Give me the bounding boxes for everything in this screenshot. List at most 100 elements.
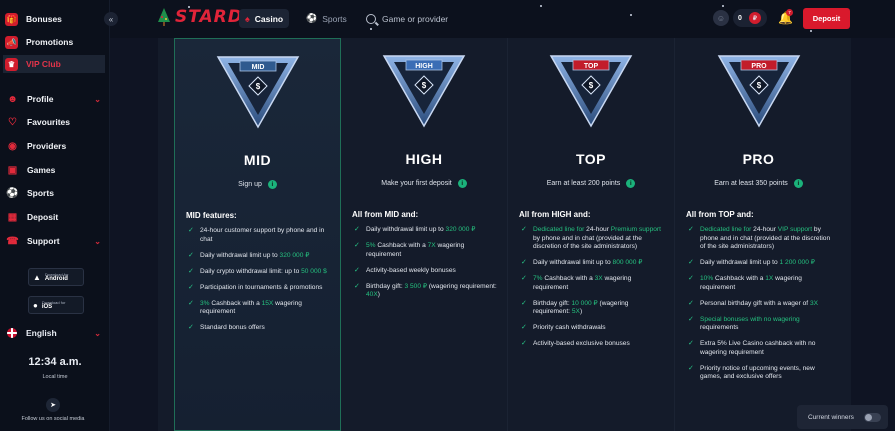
deposit-button[interactable]: Deposit <box>803 8 850 29</box>
tier-badge-icon: HIGH $ <box>382 55 466 128</box>
tier-badge-icon: TOP $ <box>549 55 633 128</box>
requirement-text: Earn at least 200 points <box>546 180 621 187</box>
feature-text: (wagering requirement: <box>427 282 497 290</box>
feature-text: Activity-based weekly bonuses <box>366 266 456 274</box>
search-icon <box>366 13 376 24</box>
tier-requirement: Sign up i <box>175 180 340 189</box>
badge-label: PRO <box>751 63 767 70</box>
notification-count: 7 <box>786 9 793 16</box>
svg-text:$: $ <box>422 81 427 90</box>
feature-text: Activity-based exclusive bonuses <box>533 340 630 348</box>
feature-text: Daily withdrawal limit up to <box>700 259 780 267</box>
feature-list: Dedicated line for 24-hour Premium suppo… <box>521 226 666 356</box>
badge-label: MID <box>251 64 264 71</box>
current-winners-toggle[interactable]: Current winners <box>797 405 888 429</box>
sidebar-item-label: Profile <box>27 94 54 104</box>
feature-highlight: Dedicated line for <box>700 226 752 233</box>
store-name: iOS <box>41 304 53 310</box>
features-title: MID features: <box>186 211 237 220</box>
feature-item: Daily crypto withdrawal limit: up to 50 … <box>188 268 333 277</box>
sidebar-item-label: Deposit <box>27 212 59 222</box>
apple-icon: ● <box>33 300 38 310</box>
sidebar-item-sports[interactable]: ⚽ Sports <box>3 184 105 202</box>
double-chevron-left-icon: « <box>108 14 114 24</box>
language-label: English <box>26 328 57 338</box>
sidebar-item-profile[interactable]: ☻ Profile ⌄ <box>3 90 105 108</box>
tab-sports[interactable]: ⚽ Sports <box>300 9 353 28</box>
avatar[interactable]: ☺ <box>713 10 729 26</box>
feature-highlight: 40X <box>366 291 378 299</box>
collapse-sidebar-button[interactable]: « <box>104 12 118 26</box>
feature-highlight: 800 000 ₽ <box>612 259 643 267</box>
sidebar-item-support[interactable]: ☎ Support ⌄ <box>3 232 105 250</box>
sidebar-item-providers[interactable]: ◉ Providers <box>3 137 105 155</box>
feature-highlight: 1 200 000 ₽ <box>779 259 815 267</box>
tier-name: TOP <box>575 151 607 167</box>
tier-requirement: Make your first deposit i <box>341 179 507 188</box>
feature-list: Dedicated line for 24-hour VIP support b… <box>688 226 833 389</box>
feature-highlight: Special bonuses with no wagering <box>700 315 800 323</box>
sidebar-item-label: Promotions <box>26 37 74 47</box>
search-input[interactable]: Game or provider <box>366 9 448 28</box>
feature-item: Participation in tournaments & promotion… <box>188 284 333 293</box>
feature-item: Standard bonus offers <box>188 324 333 333</box>
ball-icon: ⚽ <box>306 13 318 23</box>
crown-icon: ♛ <box>5 57 18 71</box>
feature-text: Priority notice of upcoming events, new … <box>700 364 815 381</box>
sidebar-item-label: Bonuses <box>26 14 62 24</box>
ios-download-button[interactable]: ● Download for iOS <box>28 296 84 314</box>
wallet-icon: ▦ <box>7 211 18 223</box>
feature-item: Daily withdrawal limit up to 1 200 000 ₽ <box>688 259 833 268</box>
requirement-text: Make your first deposit <box>381 180 452 187</box>
feature-item: 3% Cashback with a 15X wagering requirem… <box>188 300 333 317</box>
headset-icon: ☎ <box>6 235 19 247</box>
tier-name: PRO <box>742 151 775 167</box>
feature-highlight: 320 000 ₽ <box>279 251 310 259</box>
feature-text: Personal birthday gift with a wager of <box>700 299 810 307</box>
vip-club-content: MID $ MID Sign up i MID features: 24-hour cust… <box>110 38 895 431</box>
sidebar-item-deposit[interactable]: ▦ Deposit <box>3 208 105 226</box>
toggle-switch[interactable] <box>863 412 881 422</box>
feature-item: Personal birthday gift with a wager of 3… <box>688 300 833 309</box>
feature-highlight: 320 000 ₽ <box>445 226 476 233</box>
feature-item: Daily withdrawal limit up to 800 000 ₽ <box>521 259 666 268</box>
balance-widget[interactable]: 0 ₽ <box>733 9 767 27</box>
feature-text: Cashback with a <box>542 275 595 283</box>
feature-highlight: 10 000 ₽ <box>571 299 598 307</box>
info-icon[interactable]: i <box>267 180 277 189</box>
sidebar-item-label: Support <box>27 236 60 246</box>
sidebar-item-label: Providers <box>27 141 67 151</box>
tier-card-top: TOP $ TOP Earn at least 200 points i All from… <box>508 38 675 431</box>
sidebar-item-bonuses[interactable]: 🎁 Bonuses <box>3 10 105 28</box>
tab-casino[interactable]: ♠ Casino <box>239 9 290 28</box>
feature-highlight: Premium support <box>610 226 661 233</box>
balance-amount: 0 <box>738 14 742 22</box>
feature-highlight: 3X <box>809 299 819 307</box>
tier-name: HIGH <box>405 151 443 167</box>
sidebar-item-promotions[interactable]: 📣 Promotions <box>3 33 105 51</box>
feature-item: Priority notice of upcoming events, new … <box>688 365 833 382</box>
info-icon[interactable]: i <box>793 179 803 188</box>
feature-list: 24-hour customer support by phone and in… <box>188 227 333 340</box>
info-icon[interactable]: i <box>626 179 636 188</box>
info-icon[interactable]: i <box>457 179 467 188</box>
sidebar-item-games[interactable]: ▣ Games <box>3 161 105 179</box>
badge-label: HIGH <box>415 63 433 70</box>
android-download-button[interactable]: ▲ Download for Android <box>28 268 84 286</box>
language-selector[interactable]: English ⌄ <box>3 325 105 341</box>
feature-item: Activity-based exclusive bonuses <box>521 340 666 349</box>
sidebar-item-vip-club[interactable]: ♛ VIP Club <box>3 55 105 73</box>
sidebar-item-favourites[interactable]: ♡ Favourites <box>3 113 105 131</box>
feature-highlight: 7X <box>427 241 436 249</box>
telegram-icon[interactable]: ➤ <box>46 398 60 412</box>
chevron-down-icon[interactable]: ⌄ <box>94 95 101 104</box>
feature-item: Activity-based weekly bonuses <box>354 267 499 276</box>
feature-text: by phone and in chat (provided at the di… <box>533 234 642 251</box>
tier-badge-icon: MID $ <box>216 56 299 129</box>
tier-badge-icon: PRO $ <box>717 55 800 128</box>
feature-text: 24-hour customer support by phone and in… <box>200 227 325 243</box>
chevron-down-icon[interactable]: ⌄ <box>94 237 101 246</box>
local-time-label: Local time <box>42 374 68 380</box>
chip-icon: ◉ <box>8 140 17 152</box>
feature-item: 7% Cashback with a 3X wagering requireme… <box>521 275 666 292</box>
